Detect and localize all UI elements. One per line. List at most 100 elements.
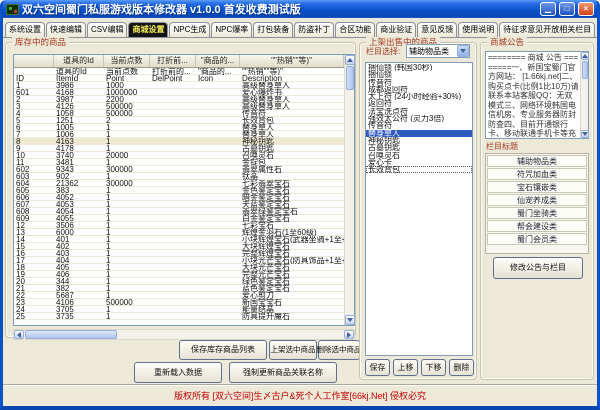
table-row[interactable]: 2 3987 2200 高级替身草人: [14, 96, 344, 103]
shelve-selected-button[interactable]: 上架选中商品: [269, 340, 317, 360]
shop-list-item[interactable]: 传音符: [366, 79, 472, 86]
tab-item[interactable]: 合区功能: [335, 22, 375, 37]
grid-header-cell[interactable]: "商品的...: [196, 55, 240, 67]
table-row[interactable]: 12 3506 1 七彩宝石: [14, 222, 344, 229]
tab-item[interactable]: 系统设置: [5, 22, 45, 37]
scroll-up-icon[interactable]: [581, 52, 589, 60]
table-row[interactable]: 21 382 1 蓝色鉴定宝石: [14, 285, 344, 292]
shop-items-listbox[interactable]: 捆仙锁 (韩国30秒) 捆仙锁 传音符 成都返回符 太上符 (24小时经验+30…: [365, 62, 473, 356]
table-row[interactable]: ID ItemId Point DelPoint Icon Descriptio…: [14, 75, 344, 82]
table-row[interactable]: 22 5687 1 爱心剪刀: [14, 292, 344, 299]
scroll-down-icon[interactable]: [581, 130, 589, 138]
table-row[interactable]: 603 902 1 钛晶: [14, 173, 344, 180]
scroll-left-icon[interactable]: [14, 330, 24, 339]
force-update-names-button[interactable]: 强制更新商品关联名称: [229, 362, 337, 383]
table-row[interactable]: 11 3481 1 金锭包: [14, 159, 344, 166]
table-row[interactable]: 20 344 1 绿色鉴定宝石: [14, 278, 344, 285]
category-item[interactable]: 帮会建设类: [487, 220, 587, 232]
announcement-box[interactable]: ======== 商城 公告 ========一、新国宝蜀门官方网站： [1.6…: [485, 51, 589, 139]
table-row[interactable]: 606 4052 1 暗金鉴定宝石: [14, 194, 344, 201]
grid-header-cell[interactable]: [14, 55, 54, 67]
move-up-button[interactable]: 上移: [393, 359, 418, 376]
horizontal-scrollbar[interactable]: [13, 329, 355, 340]
category-item[interactable]: 符咒加血类: [487, 168, 587, 180]
scrollbar-thumb[interactable]: [582, 61, 588, 79]
announcement-text[interactable]: ======== 商城 公告 ========一、新国宝蜀门官方网站： [1.6…: [486, 52, 580, 138]
table-row[interactable]: 605 383 1 金色鉴定宝石: [14, 187, 344, 194]
category-item[interactable]: 蜀门坐骑类: [487, 207, 587, 219]
table-row[interactable]: 10 3740 20000 召唤灵石: [14, 152, 344, 159]
table-row[interactable]: 7 1006 1 替身草人: [14, 131, 344, 138]
vertical-scrollbar[interactable]: [344, 55, 354, 325]
table-row[interactable]: 4 1058 500000 传音符: [14, 110, 344, 117]
table-row[interactable]: 17 404 1 小块光芒宝石(防具饰品+1至+3): [14, 257, 344, 264]
shop-delete-button[interactable]: 删除: [449, 359, 474, 376]
tab-item[interactable]: 商业验证: [376, 22, 416, 37]
category-item[interactable]: 蜀门会员类: [487, 233, 587, 245]
shop-list-item[interactable]: 捆仙锁 (韩国30秒): [366, 64, 472, 71]
shop-list-item[interactable]: 成都返回符: [366, 86, 472, 93]
table-row[interactable]: 604 21362 300000 七彩翡翠宝石: [14, 180, 344, 187]
tab-item[interactable]: NPC生成: [169, 22, 210, 37]
app-icon[interactable]: [6, 4, 19, 15]
shop-list-item[interactable]: 法宝洗点符: [366, 108, 472, 115]
grid-header-cell[interactable]: 打折前...: [150, 55, 196, 67]
scroll-up-icon[interactable]: [345, 55, 355, 65]
shop-list-item[interactable]: 传音符: [366, 122, 472, 129]
reload-data-button[interactable]: 重新载入数据: [134, 362, 222, 383]
table-row[interactable]: 6 1005 1 替身草人: [14, 124, 344, 131]
shop-list-item[interactable]: 长效背包: [366, 166, 472, 173]
category-dropdown[interactable]: 辅助物品类: [406, 44, 470, 58]
grid-header[interactable]: 道具的Id 当前点数 打折前... "商品的... ""热销""等)": [14, 55, 344, 68]
tab-item[interactable]: 意见反馈: [417, 22, 457, 37]
table-row[interactable]: 3 4126 500000 高级替身草人: [14, 103, 344, 110]
table-row[interactable]: 5 1251 2 长效背包: [14, 117, 344, 124]
tab-item[interactable]: CSV编辑: [87, 22, 127, 37]
grid-header-cell[interactable]: 道具的Id: [54, 55, 104, 67]
scroll-right-icon[interactable]: [344, 330, 354, 339]
table-row[interactable]: 23 4106 500000 新国宝宝石: [14, 299, 344, 306]
table-row[interactable]: 1 3986 1000 高级替身草人: [14, 82, 344, 89]
category-item[interactable]: 仙宠养成类: [487, 194, 587, 206]
grid-header-cell[interactable]: 当前点数: [104, 55, 150, 67]
shop-save-button[interactable]: 保存: [365, 359, 390, 376]
table-row[interactable]: 16 403 1 完整辉煌宝石: [14, 250, 344, 257]
minimize-icon[interactable]: ▁: [540, 2, 556, 16]
delete-selected-button[interactable]: 删除选中商品: [318, 340, 360, 360]
shop-list-item[interactable]: 爱心卡: [366, 159, 472, 166]
scrollbar-thumb[interactable]: [25, 330, 117, 339]
tab-item[interactable]: 商城设置: [128, 22, 168, 37]
table-row[interactable]: 608 4054 1 翡翠绿鉴定宝石: [14, 208, 344, 215]
table-row[interactable]: 道具的Id 当前点数 打折前的... "商品的... ""热销""等)": [14, 68, 344, 75]
modify-announcement-button[interactable]: 修改公告与栏目: [493, 257, 583, 279]
tab-item[interactable]: 打包装备: [253, 22, 293, 37]
table-row[interactable]: 602 9343 300000 翡翠属性石: [14, 166, 344, 173]
table-row[interactable]: 18 405 1 大块光芒宝石: [14, 264, 344, 271]
table-row[interactable]: 609 4055 1 白金鉴定宝石: [14, 215, 344, 222]
shop-list-item[interactable]: 替身草人: [366, 130, 472, 137]
category-item[interactable]: 辅助物品类: [487, 155, 587, 167]
table-row[interactable]: 601 4168 1000000 爱心爆炸书: [14, 89, 344, 96]
title-bar[interactable]: 双六空间蜀门私服游戏版本修改器 v1.0.0 首发收费测试版 ▁ □ ×: [3, 0, 597, 18]
table-row[interactable]: 24 3705 1 能量结晶: [14, 306, 344, 313]
table-row[interactable]: 15 402 1 大块辉煌宝石: [14, 243, 344, 250]
close-icon[interactable]: ×: [578, 2, 594, 16]
table-row[interactable]: 607 4053 1 天蓝鉴定宝石: [14, 201, 344, 208]
scroll-down-icon[interactable]: [345, 315, 355, 325]
tab-item[interactable]: 快速编辑: [46, 22, 86, 37]
announcement-scrollbar[interactable]: [580, 52, 588, 138]
shop-list-item[interactable]: 捆仙锁: [366, 71, 472, 78]
move-down-button[interactable]: 下移: [421, 359, 446, 376]
shop-list-item[interactable]: 强效太公符 (灵力3倍): [366, 115, 472, 122]
tab-item[interactable]: 防盗补丁: [294, 22, 334, 37]
chevron-down-icon[interactable]: [457, 45, 469, 57]
table-row[interactable]: 9 4178 1 古墓钥匙: [14, 145, 344, 152]
table-row[interactable]: 13 6000 1 辉煌金羽石(1至60级): [14, 229, 344, 236]
shop-list-item[interactable]: 返回符: [366, 100, 472, 107]
table-row[interactable]: 25 3735 1 防具提升魔石: [14, 313, 344, 320]
table-row[interactable]: 19 406 1 完整光芒宝石: [14, 271, 344, 278]
grid-header-cell[interactable]: ""热销""等)": [240, 55, 344, 67]
save-inventory-list-button[interactable]: 保存库存商品列表: [179, 340, 267, 360]
tab-item[interactable]: 待征求意见开放相关栏目: [499, 22, 595, 37]
shop-list-item[interactable]: 神秘钥匙: [366, 137, 472, 144]
